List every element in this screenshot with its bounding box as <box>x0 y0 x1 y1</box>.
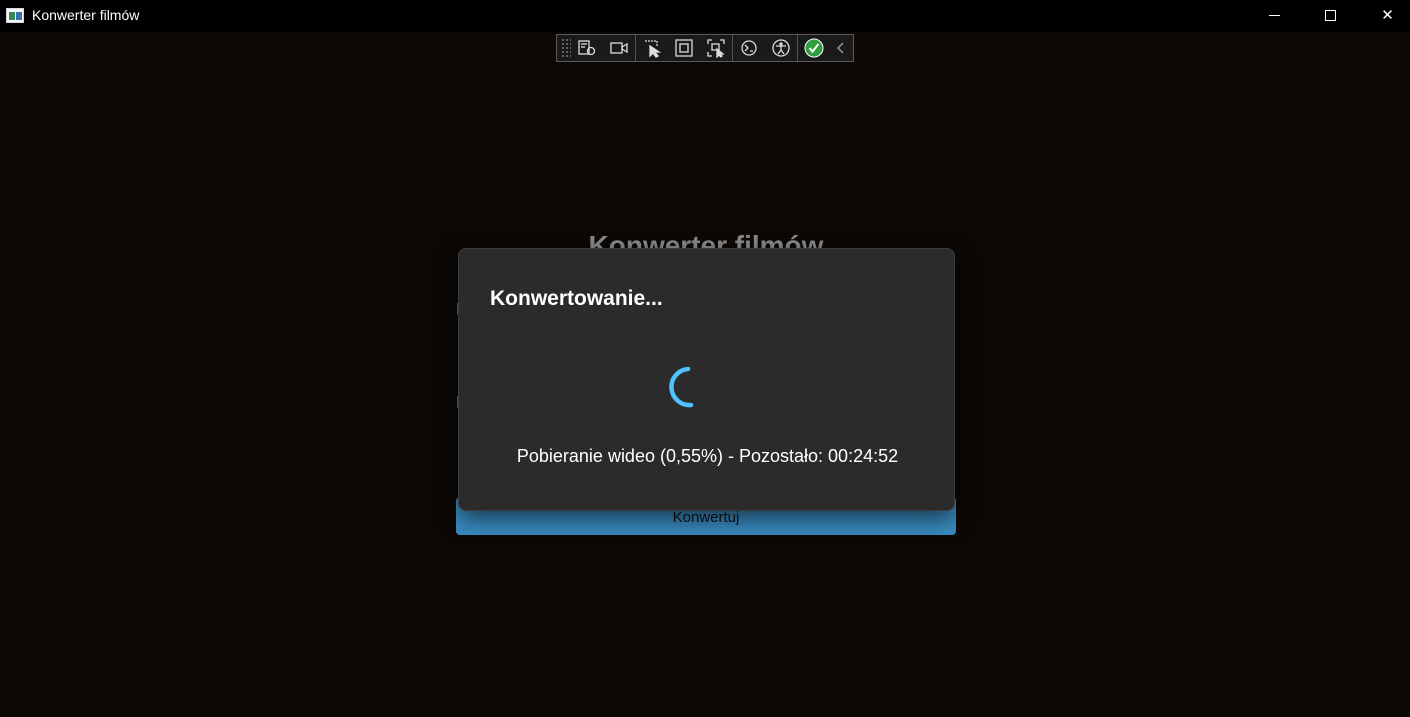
select-element-icon <box>645 40 662 58</box>
live-visual-tree-button[interactable] <box>571 35 603 61</box>
accessibility-icon <box>772 39 790 57</box>
hot-reload-icon <box>741 40 757 56</box>
minimize-icon <box>1269 14 1280 16</box>
toolbar-grip-handle[interactable] <box>561 38 571 58</box>
close-icon: ✕ <box>1381 7 1394 24</box>
collapse-chevron-icon <box>836 42 844 54</box>
collapse-toolbar-button[interactable] <box>830 35 852 61</box>
conversion-status-text: Pobieranie wideo (0,55%) - Pozostało: 00… <box>516 446 899 466</box>
window-title: Konwerter filmów <box>32 7 140 23</box>
track-focus-button[interactable] <box>700 35 732 61</box>
app-icon <box>6 8 24 23</box>
accessibility-button[interactable] <box>765 35 797 61</box>
binding-check-icon <box>804 38 824 58</box>
select-element-button[interactable] <box>636 35 668 61</box>
record-video-button[interactable] <box>603 35 635 61</box>
close-button[interactable]: ✕ <box>1359 0 1410 30</box>
convert-button-label: Konwertuj <box>672 509 740 526</box>
hot-reload-button[interactable] <box>733 35 765 61</box>
track-focus-icon <box>707 39 725 58</box>
minimize-button[interactable] <box>1246 0 1303 30</box>
video-record-icon <box>610 42 628 54</box>
maximize-icon <box>1325 9 1336 21</box>
live-visual-tree-icon <box>578 40 596 56</box>
progress-dialog: Konwertowanie... Pobieranie wideo (0,55%… <box>458 248 955 511</box>
binding-check-button[interactable] <box>798 35 830 61</box>
progress-ring-spinner <box>669 366 694 408</box>
dialog-title: Konwertowanie... <box>490 287 663 310</box>
title-bar: Konwerter filmów ✕ <box>0 0 1410 32</box>
display-adorners-button[interactable] <box>668 35 700 61</box>
display-layout-adorners-icon <box>675 39 693 57</box>
xaml-debug-toolbar <box>556 34 854 62</box>
maximize-button[interactable] <box>1302 0 1359 30</box>
